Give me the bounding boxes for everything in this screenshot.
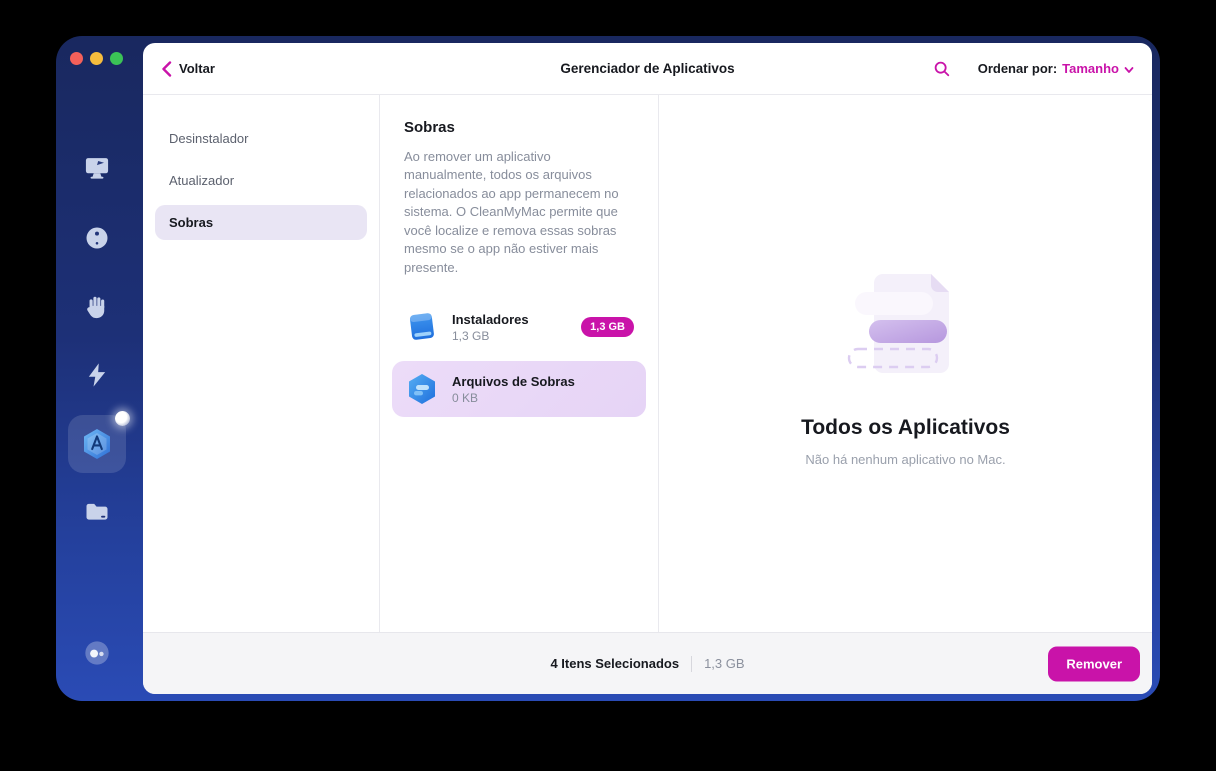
summary-divider xyxy=(691,655,693,672)
zoom-window-button[interactable] xyxy=(110,52,123,65)
panel-title: Sobras xyxy=(404,119,455,136)
search-icon[interactable] xyxy=(932,59,952,79)
minimize-window-button[interactable] xyxy=(90,52,103,65)
monitor-icon[interactable] xyxy=(82,153,112,183)
list-item-size: 1,3 GB xyxy=(452,328,490,343)
chevron-down-icon xyxy=(1124,66,1134,73)
applications-icon[interactable] xyxy=(68,411,130,473)
app-window: Voltar Gerenciador de Aplicativos Ordena… xyxy=(56,36,1160,701)
list-item-name: Instaladores xyxy=(452,311,529,327)
content-panel: Voltar Gerenciador de Aplicativos Ordena… xyxy=(143,43,1152,694)
list-item-name: Arquivos de Sobras xyxy=(452,373,575,389)
list-item-size: 0 KB xyxy=(452,390,479,405)
sort-dropdown[interactable]: Ordenar por: Tamanho xyxy=(978,61,1134,76)
assistant-bubble-icon[interactable] xyxy=(82,638,112,668)
toolbar: Voltar Gerenciador de Aplicativos Ordena… xyxy=(143,43,1152,95)
nav-item-desinstalador[interactable]: Desinstalador xyxy=(155,121,367,156)
empty-document-illustration-icon xyxy=(847,274,949,373)
list-item-arquivos-de-sobras[interactable]: Arquivos de Sobras 0 KB xyxy=(392,361,646,418)
empty-state-subtitle: Não há nenhum aplicativo no Mac. xyxy=(805,452,1006,467)
chevron-left-icon xyxy=(162,60,172,77)
window-controls xyxy=(70,52,123,65)
sort-label: Ordenar por: xyxy=(977,61,1058,76)
list-item-instaladores[interactable]: Instaladores 1,3 GB 1,3 GB xyxy=(392,299,646,355)
size-badge: 1,3 GB xyxy=(581,317,634,338)
apps-empty-state: Todos os Aplicativos Não há nenhum aplic… xyxy=(659,95,1152,632)
main-area: Desinstalador Atualizador Sobras Sobras … xyxy=(143,95,1152,632)
empty-state-title: Todos os Aplicativos xyxy=(801,416,1010,439)
installer-disk-icon xyxy=(409,313,434,340)
nav-item-atualizador[interactable]: Atualizador xyxy=(155,163,367,198)
remove-button[interactable]: Remover xyxy=(1048,646,1140,681)
hand-icon[interactable] xyxy=(82,292,112,322)
back-button-label: Voltar xyxy=(179,61,215,76)
app-sidebar xyxy=(56,36,143,701)
panel-description: Ao remover um aplicativo manualmente, to… xyxy=(404,149,619,275)
nav-item-sobras[interactable]: Sobras xyxy=(155,205,367,240)
back-button[interactable]: Voltar xyxy=(161,60,215,77)
selected-size: 1,3 GB xyxy=(704,656,745,671)
module-nav: Desinstalador Atualizador Sobras xyxy=(143,95,380,632)
orb-icon[interactable] xyxy=(82,223,112,253)
selected-count: 4 Itens Selecionados xyxy=(550,656,680,671)
notification-dot-icon xyxy=(115,411,130,426)
sort-value: Tamanho xyxy=(1062,61,1119,76)
leftovers-panel: Sobras Ao remover um aplicativo manualme… xyxy=(380,95,659,632)
close-window-button[interactable] xyxy=(70,52,83,65)
footer-bar: 4 Itens Selecionados 1,3 GB Remover xyxy=(143,632,1152,694)
selection-summary: 4 Itens Selecionados 1,3 GB xyxy=(550,655,745,672)
lightning-icon[interactable] xyxy=(82,360,112,390)
folder-icon[interactable] xyxy=(82,497,112,527)
leftovers-hexagon-icon xyxy=(409,374,435,405)
